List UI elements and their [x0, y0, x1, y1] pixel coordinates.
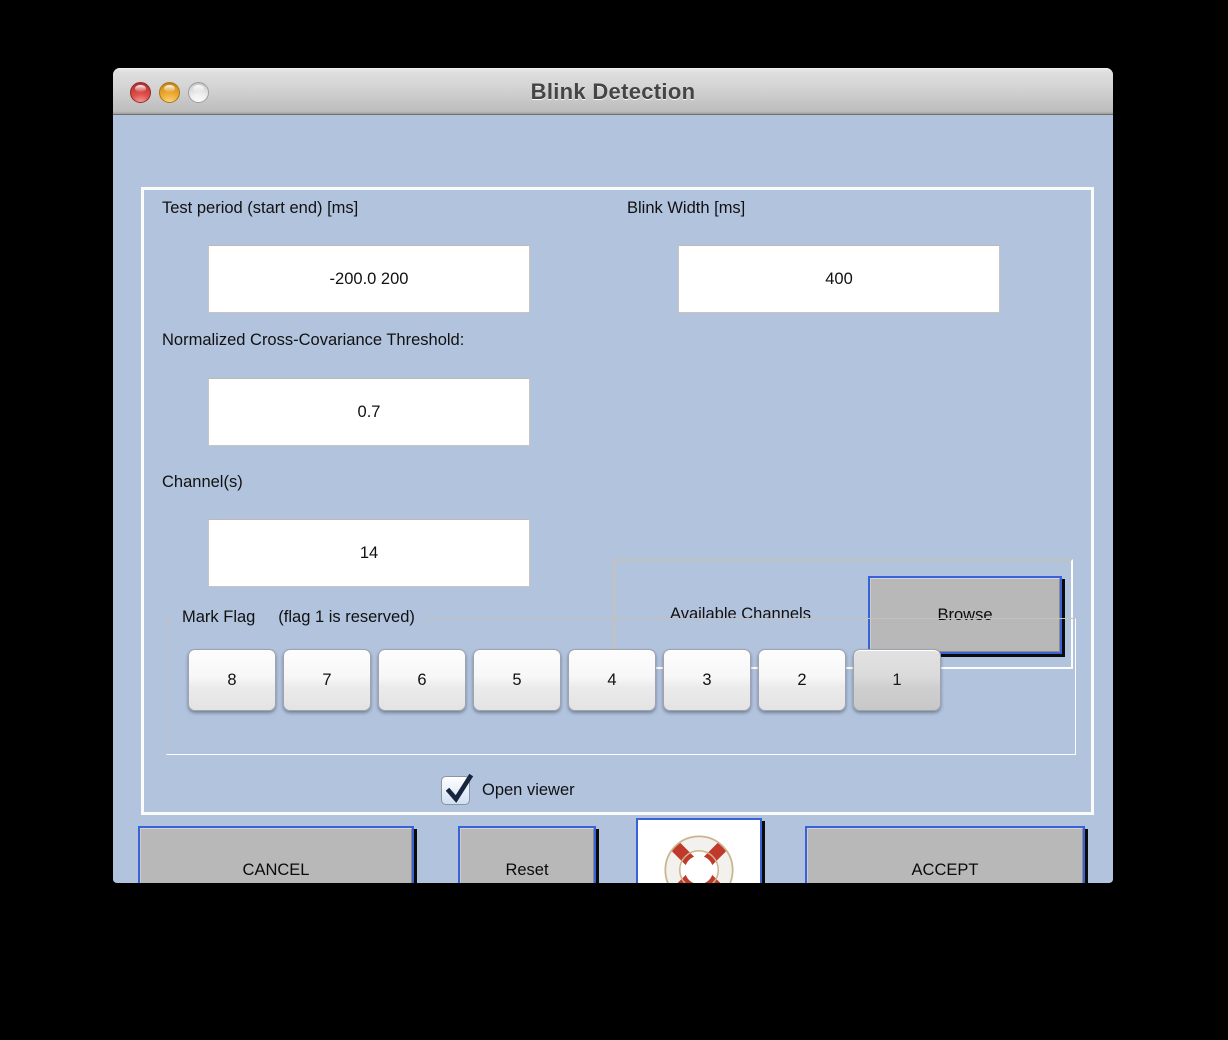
flag-button-label: 1	[892, 670, 902, 689]
lifebuoy-icon	[664, 835, 734, 883]
cancel-button[interactable]: CANCEL	[138, 826, 414, 883]
flag-button-1-reserved[interactable]: 1	[853, 649, 941, 711]
flag-button-label: 4	[607, 670, 617, 689]
flag-button-label: 2	[797, 670, 807, 689]
window-titlebar: Blink Detection	[113, 68, 1113, 115]
open-viewer-row: Open viewer	[441, 774, 575, 805]
window-title: Blink Detection	[530, 79, 696, 104]
checkmark-icon	[445, 774, 474, 803]
mark-flag-legend: Mark Flag (flag 1 is reserved)	[174, 608, 423, 627]
blink-detection-window: Blink Detection Test period (start end) …	[113, 68, 1113, 883]
flag-button-5[interactable]: 5	[473, 649, 561, 711]
flag-button-label: 3	[702, 670, 712, 689]
accept-button[interactable]: ACCEPT	[805, 826, 1085, 883]
flag-button-label: 6	[417, 670, 427, 689]
flag-button-3[interactable]: 3	[663, 649, 751, 711]
test-period-input[interactable]: -200.0 200	[208, 245, 530, 313]
accept-button-label: ACCEPT	[911, 860, 979, 879]
settings-panel: Test period (start end) [ms] -200.0 200 …	[141, 187, 1094, 815]
mark-flag-button-row: 8 7 6 5 4 3 2 1	[188, 649, 941, 711]
threshold-input[interactable]: 0.7	[208, 378, 530, 446]
help-button[interactable]	[636, 818, 762, 883]
threshold-label: Normalized Cross-Covariance Threshold:	[162, 331, 465, 349]
test-period-label: Test period (start end) [ms]	[162, 199, 359, 217]
reset-button[interactable]: Reset	[458, 826, 596, 883]
flag-button-7[interactable]: 7	[283, 649, 371, 711]
flag-button-6[interactable]: 6	[378, 649, 466, 711]
flag-button-label: 7	[322, 670, 332, 689]
blink-width-label: Blink Width [ms]	[627, 199, 746, 217]
flag-button-8[interactable]: 8	[188, 649, 276, 711]
reset-button-label: Reset	[505, 860, 549, 879]
blink-width-input[interactable]: 400	[678, 245, 1000, 313]
flag-button-label: 8	[227, 670, 237, 689]
window-body: Test period (start end) [ms] -200.0 200 …	[113, 115, 1113, 883]
open-viewer-label: Open viewer	[482, 781, 575, 799]
open-viewer-checkbox[interactable]	[441, 774, 474, 805]
flag-button-4[interactable]: 4	[568, 649, 656, 711]
cancel-button-label: CANCEL	[242, 860, 310, 879]
channels-input[interactable]: 14	[208, 519, 530, 587]
flag-button-label: 5	[512, 670, 522, 689]
channels-label: Channel(s)	[162, 473, 243, 491]
flag-button-2[interactable]: 2	[758, 649, 846, 711]
